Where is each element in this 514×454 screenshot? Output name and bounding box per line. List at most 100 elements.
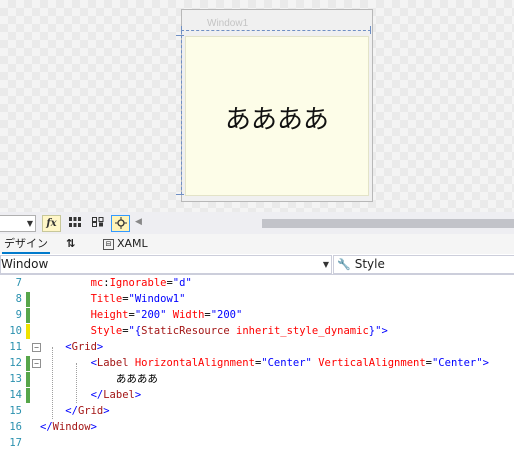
label-preview[interactable]: ああああ	[186, 99, 368, 136]
code-line[interactable]: 11− <Grid>	[0, 339, 514, 355]
code-token: >	[482, 357, 489, 369]
chevron-down-icon: ▼	[322, 260, 329, 269]
code-line[interactable]: 8 Title="Window1"	[0, 291, 514, 307]
code-token: >	[134, 389, 142, 401]
horizontal-scrollbar[interactable]	[262, 219, 514, 228]
code-token: Title	[90, 293, 123, 305]
chevron-down-icon: ▼	[26, 219, 33, 228]
code-token: Label	[103, 389, 135, 401]
guide-tick	[370, 26, 371, 34]
code-text[interactable]: </Window>	[40, 419, 97, 435]
element-selector-value: Window	[1, 257, 49, 271]
change-marker	[26, 292, 30, 307]
line-number: 10	[9, 325, 22, 337]
tab-xaml[interactable]: ⊟ XAML	[103, 236, 148, 252]
snap-to-snaplines-button[interactable]	[111, 215, 130, 232]
design-surface[interactable]: Window1 ああああ	[0, 0, 514, 212]
code-text[interactable]: </Grid>	[40, 403, 110, 419]
code-text[interactable]: ああああ	[40, 371, 158, 387]
code-text[interactable]: Height="200" Width="200"	[40, 307, 243, 323]
change-marker	[26, 356, 30, 371]
code-text[interactable]: <Label HorizontalAlignment="Center" Vert…	[40, 355, 489, 371]
code-token: >	[96, 341, 104, 353]
zoom-dropdown[interactable]: ▼	[0, 215, 36, 232]
code-token: Style	[90, 325, 123, 337]
code-line[interactable]: 10 Style="{StaticResource inherit_style_…	[0, 323, 514, 339]
scroll-left-icon[interactable]: ◀	[135, 217, 142, 227]
code-token: "{	[128, 325, 142, 337]
line-number: 16	[9, 421, 22, 433]
view-tabs: デザイン ⇅ ⊟ XAML	[0, 234, 514, 255]
tab-xaml-label: XAML	[117, 237, 148, 250]
code-token: StaticResource	[141, 325, 230, 337]
code-token: ああああ	[40, 373, 158, 385]
swap-panes-icon[interactable]: ⇅	[66, 236, 75, 252]
code-token: "Center"	[431, 357, 483, 369]
code-token: "d"	[172, 277, 192, 289]
xaml-icon: ⊟	[103, 238, 114, 250]
code-text[interactable]: <Grid>	[40, 339, 103, 355]
property-selector-value: Style	[354, 257, 385, 271]
code-line[interactable]: 14 </Label>	[0, 387, 514, 403]
grid-toggle-button[interactable]	[66, 215, 83, 230]
code-token: </	[65, 405, 78, 417]
horizontal-guide	[181, 30, 371, 31]
code-line[interactable]: 7 mc:Ignorable="d"	[0, 275, 514, 291]
code-text[interactable]: </Label>	[40, 387, 142, 403]
code-line[interactable]: 13 ああああ	[0, 371, 514, 387]
property-selector[interactable]: 🔧 Style	[333, 255, 514, 274]
code-token: "Window1"	[128, 293, 186, 305]
code-text[interactable]: Style="{StaticResource inherit_style_dyn…	[40, 323, 388, 339]
grid-icon	[68, 217, 81, 227]
code-line[interactable]: 12− <Label HorizontalAlignment="Center" …	[0, 355, 514, 371]
code-token: "Center"	[261, 357, 312, 369]
line-number: 7	[15, 277, 22, 289]
code-token: Label	[96, 357, 129, 369]
guide-tick	[176, 194, 184, 195]
vertical-guide	[181, 35, 182, 195]
code-token: Ignorable	[109, 277, 167, 289]
window-client-area[interactable]: ああああ	[185, 36, 369, 196]
snap-to-grid-button[interactable]	[89, 215, 106, 230]
change-marker	[26, 372, 30, 387]
line-number: 17	[9, 437, 22, 449]
code-token: Grid	[77, 405, 104, 417]
xaml-code-editor[interactable]: 7 mc:Ignorable="d" 8 Title="Window1" 9 Hei…	[0, 275, 514, 454]
window-title: Window1	[207, 18, 249, 29]
effects-toggle-button[interactable]: fx	[42, 215, 61, 232]
navigation-bar: Window ▼ 🔧 Style	[0, 254, 514, 275]
code-token: VerticalAlignment	[318, 357, 426, 369]
code-text[interactable]: mc:Ignorable="d"	[40, 275, 192, 291]
code-token: </	[90, 389, 104, 401]
change-marker	[26, 324, 30, 339]
code-line[interactable]: 16 </Window>	[0, 419, 514, 435]
code-token: >	[381, 325, 388, 337]
tab-design[interactable]: デザイン	[2, 236, 50, 254]
code-token: "200"	[210, 309, 243, 321]
code-token: >	[103, 405, 110, 417]
code-line[interactable]: 17	[0, 435, 514, 451]
line-number: 8	[15, 293, 22, 305]
code-token: Grid	[71, 341, 97, 353]
guide-tick	[181, 26, 182, 34]
code-text[interactable]: Title="Window1"	[40, 291, 186, 307]
code-token: Width	[172, 309, 205, 321]
code-line[interactable]: 9 Height="200" Width="200"	[0, 307, 514, 323]
code-token: Window	[52, 421, 91, 433]
code-line[interactable]: 15 </Grid>	[0, 403, 514, 419]
line-number: 15	[9, 405, 22, 417]
element-selector[interactable]: Window ▼	[0, 255, 332, 274]
window-preview[interactable]: Window1 ああああ	[181, 9, 373, 202]
snapline-icon	[114, 217, 127, 229]
line-number: 9	[15, 309, 22, 321]
line-number: 11	[9, 341, 22, 353]
guide-tick	[176, 35, 184, 36]
code-token: HorizontalAlignment	[134, 357, 255, 369]
line-number: 14	[9, 389, 22, 401]
code-token: "200"	[134, 309, 167, 321]
